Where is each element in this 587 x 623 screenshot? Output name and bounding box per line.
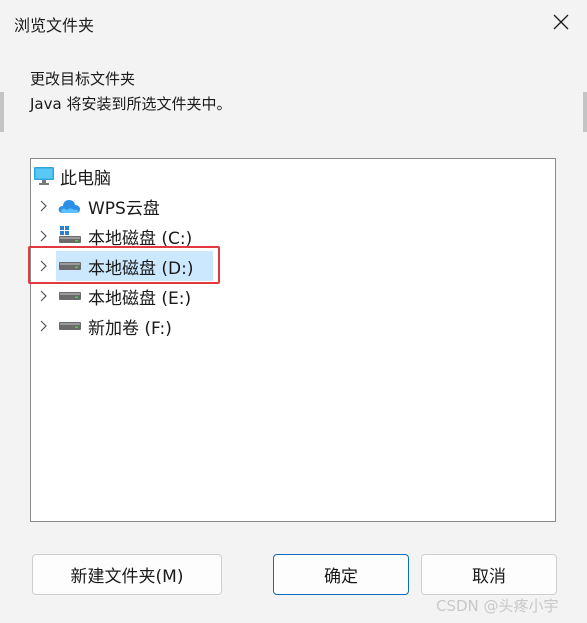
new-folder-button[interactable]: 新建文件夹(M)	[32, 554, 222, 595]
tree-item-label: WPS云盘	[88, 198, 160, 219]
monitor-icon	[34, 167, 54, 185]
description-text: Java 将安装到所选文件夹中。	[30, 95, 232, 113]
drive-icon	[59, 322, 81, 330]
annotation-highlight-box	[28, 246, 220, 284]
chevron-right-icon[interactable]	[37, 230, 49, 242]
tree-item-wps-cloud[interactable]: WPS云盘	[31, 192, 551, 220]
watermark: CSDN @头疼小宇	[436, 597, 559, 615]
tree-item-drive-e[interactable]: 本地磁盘 (E:)	[31, 282, 551, 310]
ok-button[interactable]: 确定	[273, 554, 409, 595]
system-drive-icon	[59, 226, 81, 243]
tree-item-label: 本地磁盘 (C:)	[88, 228, 193, 249]
cloud-icon	[58, 200, 80, 213]
tree-item-label: 新加卷 (F:)	[88, 318, 172, 339]
background-window-edge	[583, 92, 587, 132]
dialog-title: 浏览文件夹	[14, 16, 95, 35]
background-window-edge	[0, 92, 4, 132]
description-heading: 更改目标文件夹	[30, 70, 136, 88]
tree-item-this-pc[interactable]: 此电脑	[31, 162, 551, 190]
close-button[interactable]	[540, 2, 582, 42]
chevron-right-icon[interactable]	[37, 200, 49, 212]
cancel-button[interactable]: 取消	[421, 554, 557, 595]
close-icon	[553, 14, 569, 30]
tree-item-label: 此电脑	[60, 168, 111, 189]
tree-item-drive-f[interactable]: 新加卷 (F:)	[31, 312, 551, 340]
folder-tree[interactable]: 此电脑 WPS云盘 本地磁盘 (C:) 本地磁盘 (D:) 本地磁盘 (E:) …	[30, 158, 556, 522]
drive-icon	[59, 292, 81, 300]
tree-item-label: 本地磁盘 (E:)	[88, 288, 192, 309]
chevron-right-icon[interactable]	[37, 290, 49, 302]
chevron-right-icon[interactable]	[37, 320, 49, 332]
